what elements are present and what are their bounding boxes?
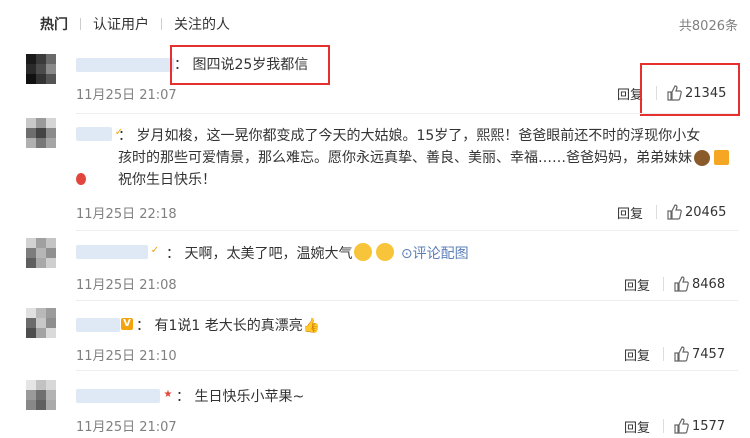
thumbs-up-icon [674, 418, 689, 434]
username-blurred[interactable]: V [76, 318, 136, 332]
reply-button[interactable]: 回复 [624, 345, 650, 364]
highlight-box [170, 45, 330, 85]
reply-button[interactable]: 回复 [617, 203, 643, 222]
comment-divider [76, 300, 738, 301]
comment-time: 11月25日 21:08 [76, 278, 177, 293]
like-button[interactable]: 8468 [673, 276, 725, 292]
star-badge-icon: ★ [163, 389, 173, 400]
image-link-icon: ⊙ [400, 246, 413, 262]
tab-hot[interactable]: 热门 [40, 14, 68, 34]
comment-text-body: ： 天啊，太美了吧，温婉大气 [166, 246, 353, 262]
reply-button[interactable]: 回复 [624, 275, 650, 294]
tab-divider [161, 18, 162, 30]
avatar[interactable] [26, 238, 56, 268]
balloon-icon [76, 173, 86, 185]
like-count: 1577 [692, 418, 726, 434]
comment-text: ： 岁月如梭，这一晃你都变成了今天的大姑娘。15岁了，熙熙！爸爸眼前还不时的浮现… [118, 125, 703, 191]
thumbs-up-icon [674, 346, 689, 362]
avatar[interactable] [26, 380, 56, 410]
comment-time: 11月25日 22:18 [76, 207, 177, 222]
comment-time: 11月25日 21:07 [76, 88, 177, 103]
action-divider [663, 419, 664, 433]
action-divider [663, 347, 664, 361]
comment-divider [76, 113, 738, 114]
tab-verified-users[interactable]: 认证用户 [93, 14, 149, 34]
verified-v-icon: V [121, 318, 133, 330]
thumbs-up-emoji-icon: 👍 [302, 318, 321, 334]
cake-icon [694, 150, 710, 166]
gift-icon [714, 150, 729, 165]
action-divider [656, 205, 657, 219]
comment-image-link[interactable]: 评论配图 [413, 246, 469, 262]
like-count: 20465 [685, 204, 727, 220]
reply-button[interactable]: 回复 [624, 417, 650, 436]
total-comment-count: 共8026条 [678, 19, 738, 34]
username-blurred[interactable] [76, 58, 176, 72]
username-blurred[interactable]: ★ [76, 389, 176, 403]
like-button[interactable]: 7457 [673, 346, 725, 362]
thumbs-up-icon [674, 276, 689, 292]
blush-emoji-icon [354, 243, 373, 261]
username-blurred[interactable]: ✓ [76, 245, 166, 259]
tab-following[interactable]: 关注的人 [174, 14, 230, 34]
comment-time: 11月25日 21:07 [76, 420, 177, 435]
comment-text-body: ： 岁月如梭，这一晃你都变成了今天的大姑娘。15岁了，熙熙！爸爸眼前还不时的浮现… [118, 128, 701, 188]
avatar[interactable] [26, 54, 56, 84]
like-count: 8468 [692, 276, 726, 292]
comment-text: ： 生日快乐小苹果~ [176, 389, 305, 405]
highlight-box [640, 63, 740, 116]
avatar[interactable] [26, 118, 56, 148]
comment-divider [76, 370, 738, 371]
comment-filter-tabs: 热门 认证用户 关注的人 [40, 14, 230, 34]
comment-text-body: ： 有1说1 老大长的真漂亮 [136, 318, 303, 334]
tab-divider [80, 18, 81, 30]
thumbs-up-icon [667, 204, 682, 220]
comment-divider [76, 230, 738, 231]
comment-time: 11月25日 21:10 [76, 349, 177, 364]
comment-text: ： 天啊，太美了吧，温婉大气 ⊙评论配图 [166, 243, 469, 265]
like-button[interactable]: 20465 [666, 204, 726, 220]
avatar[interactable] [26, 308, 56, 338]
like-button[interactable]: 1577 [673, 418, 725, 434]
action-divider [663, 277, 664, 291]
blush-emoji-icon [376, 243, 395, 261]
verified-v-icon: ✓ [150, 245, 160, 256]
comment-text: ： 有1说1 老大长的真漂亮👍 [136, 315, 320, 337]
like-count: 7457 [692, 346, 726, 362]
